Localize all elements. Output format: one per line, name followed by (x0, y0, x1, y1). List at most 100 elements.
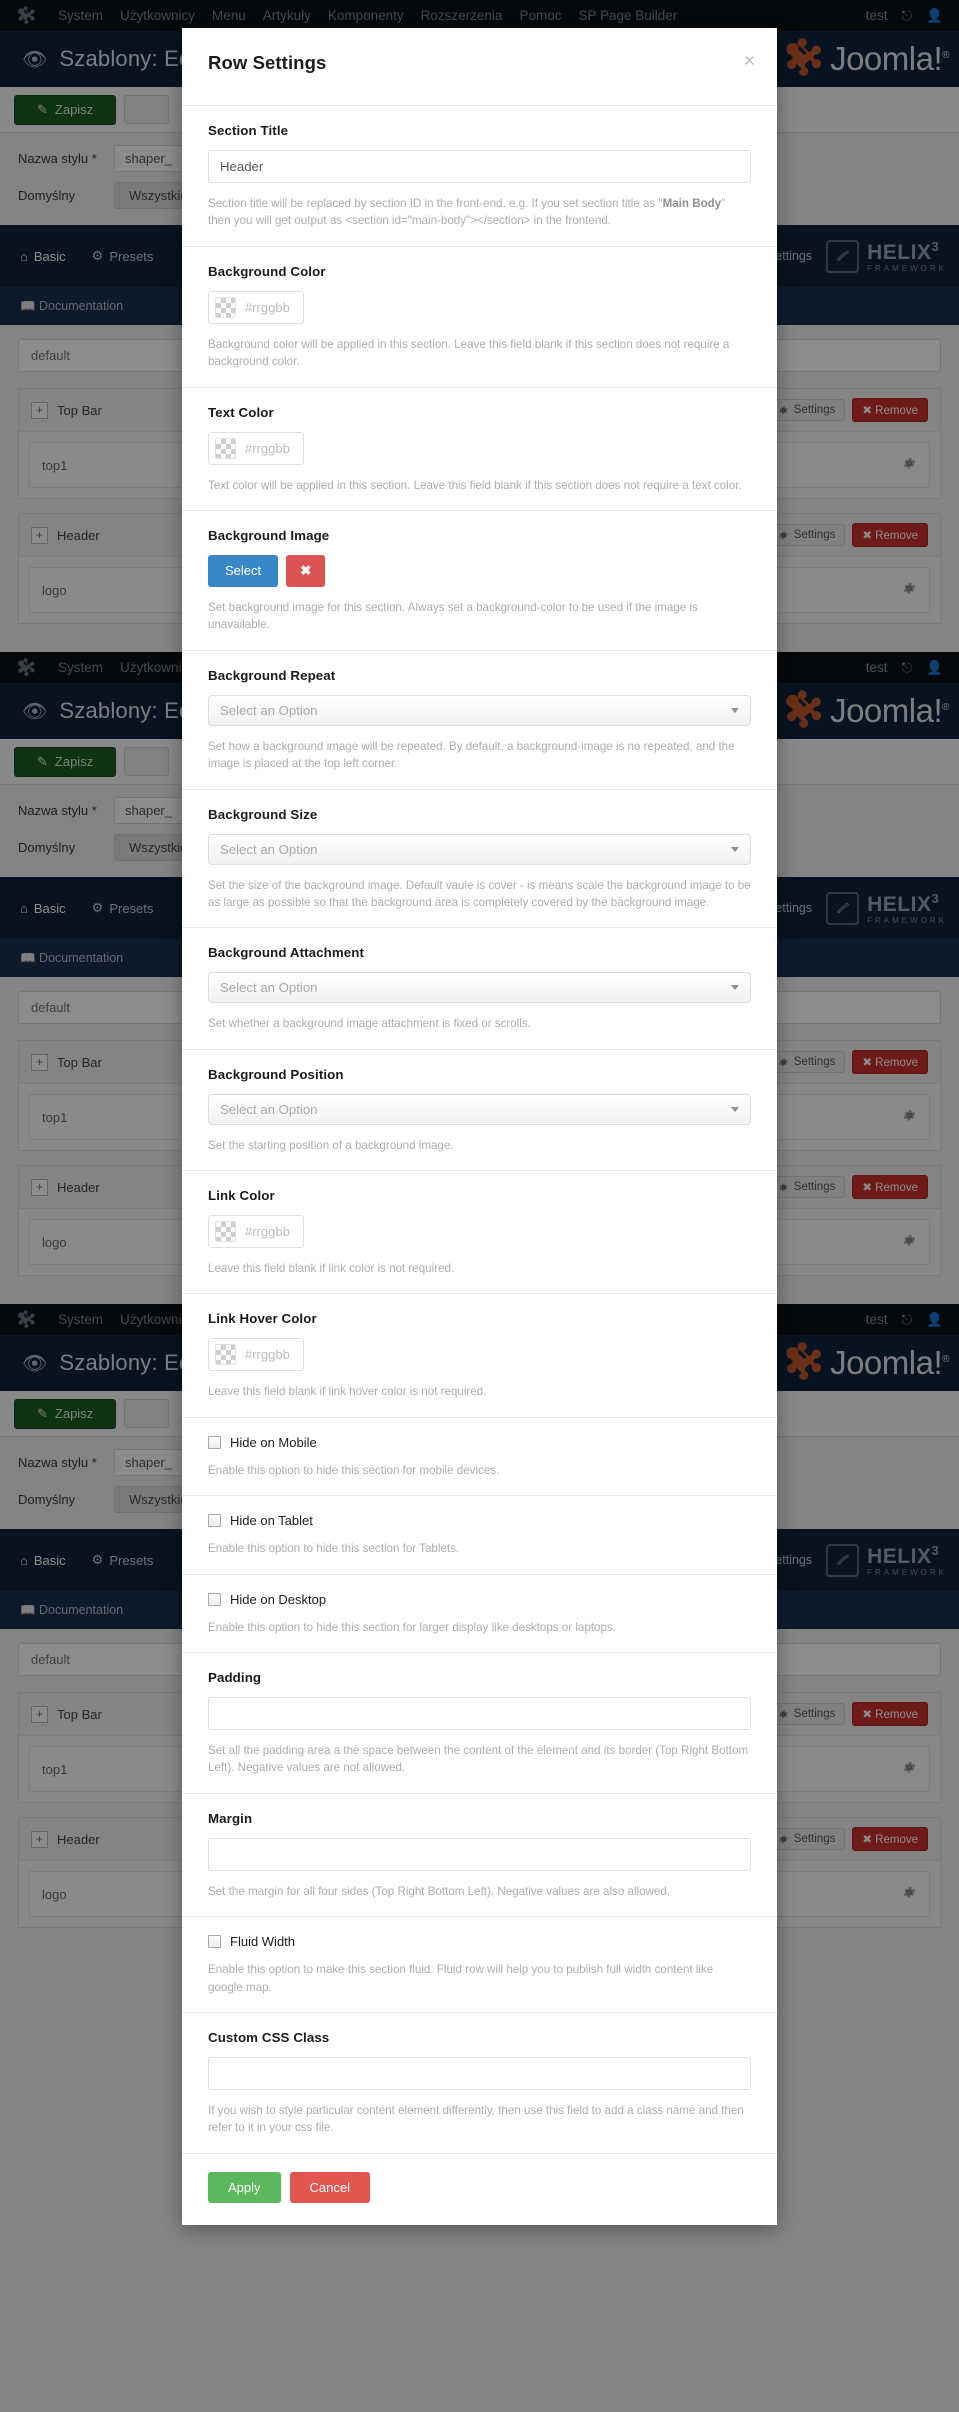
checkbox-label: Hide on Tablet (230, 1513, 313, 1529)
color-placeholder: #rrggbb (245, 299, 290, 315)
chevron-down-icon (731, 985, 739, 991)
clear-image-button[interactable]: ✖ (286, 554, 326, 587)
field-background-repeat: Background Repeat Select an Option Set h… (182, 651, 777, 790)
field-label: Background Color (208, 263, 326, 279)
background-attachment-select[interactable]: Select an Option (208, 972, 751, 1004)
field-help: Set the size of the background image. De… (208, 878, 751, 909)
fluid-width-row[interactable]: Fluid Width (208, 1934, 751, 1949)
custom-css-class-input[interactable] (208, 2056, 751, 2090)
color-swatch-icon (215, 1221, 236, 1243)
field-help: Set whether a background image attachmen… (208, 1017, 531, 1031)
field-label: Link Color (208, 1188, 275, 1204)
select-value: Select an Option (220, 1101, 318, 1117)
select-value: Select an Option (220, 841, 318, 857)
field-section-title: Section Title Section title will be repl… (182, 106, 777, 247)
field-text-color: Text Color #rrggbb Text color will be ap… (182, 388, 777, 511)
hide-on-mobile-row[interactable]: Hide on Mobile (208, 1435, 751, 1450)
checkbox-label: Fluid Width (230, 1934, 296, 1950)
background-image-buttons: Select ✖ (208, 554, 751, 587)
field-label: Link Hover Color (208, 1311, 317, 1327)
chevron-down-icon (731, 1106, 739, 1112)
field-help: Enable this option to make this section … (208, 1963, 714, 1994)
select-value: Select an Option (220, 980, 318, 996)
apply-button[interactable]: Apply (208, 2171, 281, 2203)
field-help: Set all the padding area a the space bet… (208, 1744, 749, 1775)
field-label: Background Attachment (208, 945, 365, 961)
field-fluid-width: Fluid Width Enable this option to make t… (182, 1917, 777, 2013)
color-placeholder: #rrggbb (245, 1347, 290, 1363)
field-help: If you wish to style particular content … (208, 2103, 744, 2135)
color-placeholder: #rrggbb (245, 1224, 290, 1240)
field-help: Enable this option to hide this section … (208, 1463, 500, 1477)
hide-on-desktop-row[interactable]: Hide on Desktop (208, 1592, 751, 1607)
dialog-body: Section Title Section title will be repl… (182, 106, 777, 2154)
field-background-size: Background Size Select an Option Set the… (182, 790, 777, 929)
hide-on-tablet-row[interactable]: Hide on Tablet (208, 1513, 751, 1528)
field-help: Leave this field blank if link color is … (208, 1262, 455, 1276)
field-help: Set the margin for all four sides (Top R… (208, 1884, 671, 1898)
link-hover-color-picker[interactable]: #rrggbb (208, 1338, 304, 1372)
field-label: Padding (208, 1670, 262, 1686)
help-text-before: Section title will be replaced by sectio… (208, 197, 663, 210)
cancel-button[interactable]: Cancel (289, 2171, 370, 2203)
margin-input[interactable] (208, 1837, 751, 1871)
background-repeat-select[interactable]: Select an Option (208, 694, 751, 726)
field-custom-css-class: Custom CSS Class If you wish to style pa… (182, 2013, 777, 2154)
field-link-hover-color: Link Hover Color #rrggbb Leave this fiel… (182, 1294, 777, 1418)
field-help: Enable this option to hide this section … (208, 1620, 616, 1634)
field-background-image: Background Image Select ✖ Set background… (182, 511, 777, 651)
dialog-title: Row Settings (208, 52, 327, 73)
checkbox-icon[interactable] (208, 1514, 221, 1528)
field-background-color: Background Color #rrggbb Background colo… (182, 247, 777, 388)
field-hide-on-mobile: Hide on Mobile Enable this option to hid… (182, 1418, 777, 1497)
row-settings-dialog: Row Settings × Section Title Section tit… (182, 28, 777, 2225)
field-help: Text color will be applied in this secti… (208, 478, 742, 492)
checkbox-icon[interactable] (208, 1435, 221, 1449)
dialog-footer: Apply Cancel (182, 2154, 777, 2225)
close-icon[interactable]: × (744, 52, 755, 71)
field-help: Section title will be replaced by sectio… (208, 195, 751, 230)
color-swatch-icon (215, 296, 236, 318)
background-size-select[interactable]: Select an Option (208, 833, 751, 865)
field-label: Section Title (208, 123, 289, 138)
background-position-select[interactable]: Select an Option (208, 1093, 751, 1125)
checkbox-icon[interactable] (208, 1592, 221, 1606)
field-help: Background color will be applied in this… (208, 337, 730, 369)
field-background-attachment: Background Attachment Select an Option S… (182, 928, 777, 1050)
select-image-button[interactable]: Select (208, 554, 279, 587)
dialog-header: Row Settings × (182, 28, 777, 106)
checkbox-icon[interactable] (208, 1935, 221, 1949)
field-hide-on-desktop: Hide on Desktop Enable this option to hi… (182, 1575, 777, 1654)
checkbox-label: Hide on Desktop (230, 1591, 327, 1607)
field-label: Background Position (208, 1066, 344, 1082)
field-label: Margin (208, 1810, 253, 1826)
field-help: Set background image for this section. A… (208, 600, 698, 632)
field-label: Text Color (208, 404, 274, 420)
field-label: Background Size (208, 806, 318, 822)
link-color-picker[interactable]: #rrggbb (208, 1215, 304, 1249)
text-color-picker[interactable]: #rrggbb (208, 431, 304, 465)
field-label: Background Repeat (208, 667, 336, 683)
field-label: Background Image (208, 527, 330, 543)
chevron-down-icon (731, 707, 739, 713)
color-placeholder: #rrggbb (245, 440, 290, 456)
field-help: Set how a background image will be repea… (208, 739, 735, 771)
padding-input[interactable] (208, 1697, 751, 1731)
field-help: Enable this option to hide this section … (208, 1542, 460, 1556)
color-swatch-icon (215, 1344, 236, 1366)
field-background-position: Background Position Select an Option Set… (182, 1050, 777, 1172)
field-padding: Padding Set all the padding area a the s… (182, 1653, 777, 1794)
chevron-down-icon (731, 846, 739, 852)
select-value: Select an Option (220, 702, 318, 718)
color-swatch-icon (215, 437, 236, 459)
field-help: Leave this field blank if link hover col… (208, 1385, 487, 1399)
field-margin: Margin Set the margin for all four sides… (182, 1794, 777, 1918)
field-label: Custom CSS Class (208, 2029, 330, 2045)
background-color-picker[interactable]: #rrggbb (208, 290, 304, 324)
checkbox-label: Hide on Mobile (230, 1434, 317, 1450)
field-hide-on-tablet: Hide on Tablet Enable this option to hid… (182, 1496, 777, 1575)
field-help: Set the starting position of a backgroun… (208, 1138, 454, 1152)
section-title-input[interactable] (208, 150, 751, 183)
help-text-bold: Main Body (662, 197, 722, 210)
field-link-color: Link Color #rrggbb Leave this field blan… (182, 1171, 777, 1295)
